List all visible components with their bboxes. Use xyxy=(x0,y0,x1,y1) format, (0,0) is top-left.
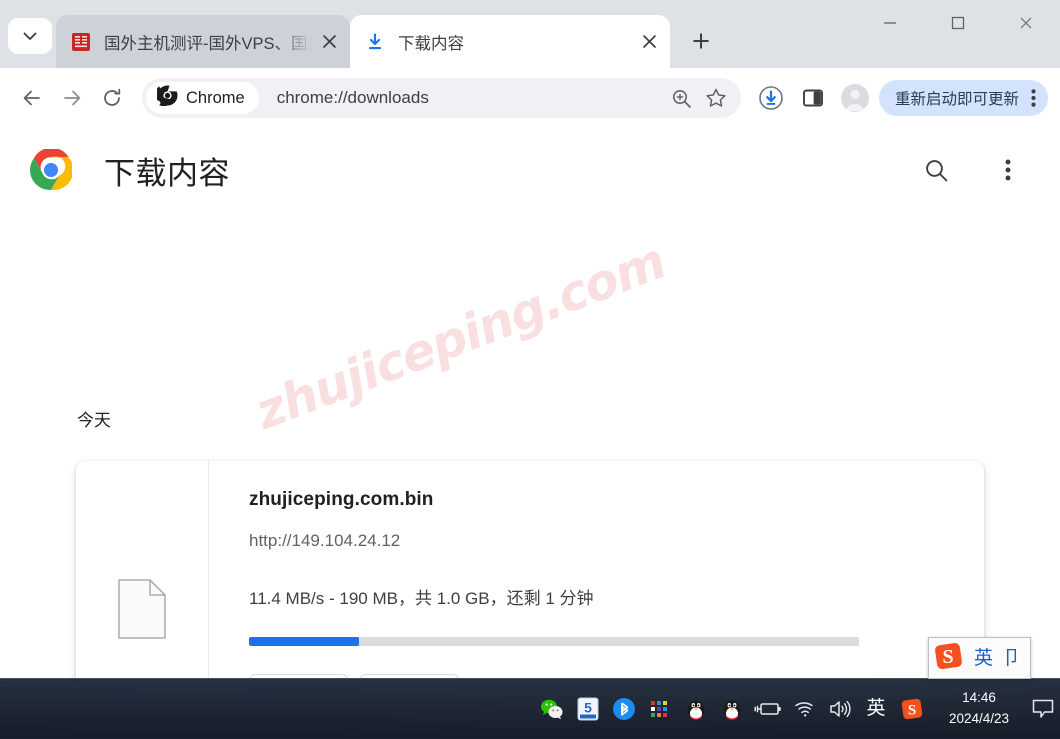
ime-punctuation-label[interactable]: 卩 xyxy=(1002,649,1021,668)
minimize-icon[interactable] xyxy=(856,0,924,46)
site-favicon-red-seal xyxy=(70,31,92,53)
update-button-label: 重新启动即可更新 xyxy=(895,87,1019,109)
system-tray: 5 xyxy=(534,679,1060,738)
download-action-buttons: 暂停 取消 xyxy=(249,674,954,678)
generic-file-icon xyxy=(118,579,166,644)
chrome-mono-icon xyxy=(157,85,178,111)
page-title: 下载内容 xyxy=(104,148,230,193)
update-button[interactable]: 重新启动即可更新 xyxy=(879,80,1048,116)
color-grid-icon[interactable] xyxy=(642,679,678,739)
chrome-brand-label: Chrome xyxy=(186,89,245,108)
chrome-browser-window: 国外主机测评-国外VPS、国外 下载内容 xyxy=(0,0,1060,678)
tab-strip: 国外主机测评-国外VPS、国外 下载内容 xyxy=(0,0,1060,68)
download-progress-bar xyxy=(249,637,859,646)
tab-site-review[interactable]: 国外主机测评-国外VPS、国外 xyxy=(56,15,350,68)
download-arrow-icon xyxy=(364,31,386,53)
notification-icon[interactable] xyxy=(1026,679,1060,739)
svg-text:S: S xyxy=(908,702,916,718)
download-file-icon-cell xyxy=(76,461,209,678)
taskbar-clock[interactable]: 14:46 2024/4/23 xyxy=(930,688,1026,730)
new-tab-plus-icon[interactable] xyxy=(680,20,722,62)
wps-5-icon[interactable]: 5 xyxy=(570,679,606,739)
download-circle-icon[interactable] xyxy=(751,78,791,118)
close-icon[interactable] xyxy=(636,29,662,55)
sogou-s-icon[interactable]: S xyxy=(894,679,930,739)
tab-search-chevron-down-icon[interactable] xyxy=(8,18,52,54)
battery-charging-icon[interactable] xyxy=(750,679,786,739)
pause-button[interactable]: 暂停 xyxy=(249,674,348,678)
qq-penguin-icon[interactable] xyxy=(714,679,750,739)
cancel-button[interactable]: 取消 xyxy=(360,674,459,678)
wechat-icon[interactable] xyxy=(534,679,570,739)
profile-avatar[interactable] xyxy=(841,84,869,112)
download-filename[interactable]: zhujiceping.com.bin xyxy=(249,489,954,511)
zoom-in-icon[interactable] xyxy=(665,81,699,115)
svg-text:5: 5 xyxy=(584,699,592,715)
sogou-s-icon[interactable]: S xyxy=(933,640,965,677)
download-progress-fill xyxy=(249,637,359,646)
reload-icon[interactable] xyxy=(92,78,132,118)
sogou-ime-floating-bar[interactable]: S 英 卩 xyxy=(928,637,1031,679)
site-watermark: zhujiceping.com xyxy=(248,233,673,442)
tab-title: 下载内容 xyxy=(398,30,632,54)
close-icon[interactable] xyxy=(316,29,342,55)
browser-toolbar: Chrome chrome://downloads xyxy=(0,68,1060,128)
address-bar[interactable]: Chrome chrome://downloads xyxy=(142,78,741,118)
volume-icon[interactable] xyxy=(822,679,858,739)
download-details: zhujiceping.com.bin http://149.104.24.12… xyxy=(209,461,984,678)
three-dot-menu-icon[interactable] xyxy=(986,148,1030,192)
download-source-url[interactable]: http://149.104.24.12 xyxy=(249,531,954,551)
window-controls xyxy=(856,0,1060,68)
tab-title: 国外主机测评-国外VPS、国外 xyxy=(104,30,312,54)
bluetooth-icon[interactable] xyxy=(606,679,642,739)
clock-time: 14:46 xyxy=(944,688,1014,709)
windows-taskbar: 5 xyxy=(0,678,1060,738)
chrome-brand-chip[interactable]: Chrome xyxy=(146,82,259,114)
download-status-text: 11.4 MB/s - 190 MB，共 1.0 GB，还剩 1 分钟 xyxy=(249,584,954,609)
arrow-left-icon[interactable] xyxy=(12,78,52,118)
svg-text:S: S xyxy=(942,646,953,668)
downloads-page: 下载内容 zhujiceping.com 今天 xyxy=(0,128,1060,678)
ime-language-label: 英 xyxy=(866,699,885,718)
ime-language-indicator[interactable]: 英 xyxy=(858,679,894,739)
three-dot-menu-icon[interactable] xyxy=(1025,88,1042,108)
tab-downloads[interactable]: 下载内容 xyxy=(350,15,670,68)
search-icon[interactable] xyxy=(914,148,958,192)
star-icon[interactable] xyxy=(699,81,733,115)
close-icon[interactable] xyxy=(992,0,1060,46)
address-bar-url: chrome://downloads xyxy=(277,88,665,108)
ime-mode-label[interactable]: 英 xyxy=(974,649,993,668)
maximize-icon[interactable] xyxy=(924,0,992,46)
qq-penguin-icon[interactable] xyxy=(678,679,714,739)
chrome-color-logo xyxy=(30,149,72,191)
download-item-card[interactable]: zhujiceping.com.bin http://149.104.24.12… xyxy=(76,461,984,678)
downloads-page-header: 下载内容 xyxy=(0,128,1060,212)
page-header-actions xyxy=(914,148,1042,192)
clock-date: 2024/4/23 xyxy=(944,709,1014,730)
side-panel-icon[interactable] xyxy=(793,78,833,118)
download-date-group-label: 今天 xyxy=(77,406,111,431)
arrow-right-icon[interactable] xyxy=(52,78,92,118)
wifi-icon[interactable] xyxy=(786,679,822,739)
